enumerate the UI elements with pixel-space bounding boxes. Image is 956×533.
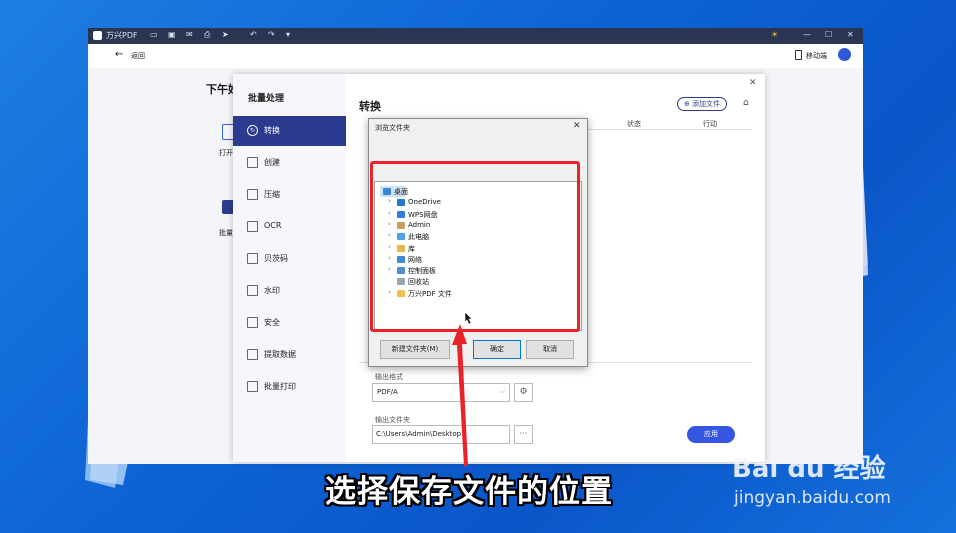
sidebar-item-4[interactable]: 贝茨码 — [233, 244, 346, 274]
settings-tool-icon[interactable]: ⌂ — [743, 98, 749, 108]
sidebar-item-8[interactable]: 批量打印 — [233, 372, 346, 402]
sidebar-item-label: 转换 — [264, 126, 280, 135]
sidebar-item-label: 安全 — [264, 318, 280, 327]
section-heading: 转换 — [359, 100, 381, 113]
avatar[interactable] — [838, 48, 851, 61]
batch-sidebar: 批量处理 ↻ 转换创建压缩 OCR 贝茨码水印安全提取数据批量打印 — [233, 74, 346, 462]
print-icon[interactable]: ⎙ — [204, 30, 210, 40]
close-window-button[interactable]: ✕ — [847, 30, 854, 39]
sidebar-item-label: 水印 — [264, 286, 280, 295]
sidebar-item-label: OCR — [264, 221, 282, 230]
undo-icon[interactable]: ↶ — [250, 30, 257, 39]
mobile-icon — [795, 50, 802, 60]
new-folder-label: 新建文件夹(M) — [391, 345, 439, 353]
watermark-url: jingyan.baidu.com — [734, 488, 891, 508]
output-format-label: 输出格式 — [375, 373, 403, 381]
mail-icon[interactable]: ✉ — [186, 30, 193, 39]
browse-folder-button[interactable]: ··· — [514, 425, 533, 444]
output-format-value: PDF/A — [377, 388, 398, 396]
sidebar-item-label: 压缩 — [264, 190, 280, 199]
sidebar-item-label: 贝茨码 — [264, 254, 288, 263]
share-icon[interactable]: ➤ — [222, 30, 229, 39]
ok-button[interactable]: 确定 — [473, 340, 521, 359]
create-icon — [247, 157, 258, 168]
sidebar-item-1[interactable]: 创建 — [233, 148, 346, 178]
column-status: 状态 — [627, 120, 641, 128]
gear-icon: ⚙ — [519, 387, 528, 397]
sidebar-item-7[interactable]: 提取数据 — [233, 340, 346, 370]
back-arrow-icon[interactable]: ← — [115, 49, 123, 60]
dialog-title: 浏览文件夹 — [375, 124, 410, 132]
print-icon — [247, 381, 258, 392]
baidu-watermark: Bai du 经验 jingyan.baidu.com — [732, 448, 932, 518]
more-label: ··· — [519, 429, 528, 438]
theme-sun-icon[interactable]: ☀ — [771, 30, 778, 39]
apply-label: 应用 — [704, 430, 718, 438]
column-action: 行动 — [703, 120, 717, 128]
title-bar: 万兴PDF ▭ ▣ ✉ ⎙ ➤ ↶ ↷ ▾ ☀ — ☐ ✕ — [88, 28, 863, 44]
ocr-icon — [247, 221, 258, 232]
nav-bar: ← 返回 移动端 — [88, 44, 863, 68]
compress-icon — [247, 189, 258, 200]
lock-icon — [247, 317, 258, 328]
bates-icon — [247, 253, 258, 264]
mouse-cursor-icon — [464, 311, 473, 325]
save-icon[interactable]: ▣ — [168, 30, 176, 39]
format-settings-button[interactable]: ⚙ — [514, 383, 533, 402]
maximize-button[interactable]: ☐ — [825, 30, 832, 39]
sidebar-item-3[interactable]: OCR — [233, 212, 346, 242]
batch-tile-label: 批量 — [219, 229, 233, 237]
subtitle-caption: 选择保存文件的位置 — [325, 474, 613, 510]
app-title: 万兴PDF — [106, 31, 138, 40]
sidebar-item-label: 提取数据 — [264, 350, 296, 359]
cancel-label: 取消 — [543, 345, 557, 353]
highlight-arrow — [452, 324, 468, 466]
dialog-close-icon[interactable]: ✕ — [573, 121, 581, 131]
plus-icon: ⊕ — [683, 100, 693, 108]
refresh-icon: ↻ — [247, 125, 258, 136]
folder-icon[interactable]: ▭ — [150, 30, 158, 39]
sidebar-item-0[interactable]: ↻ 转换 — [233, 116, 346, 146]
add-file-button[interactable]: ⊕ 添加文件 — [677, 97, 727, 111]
ok-label: 确定 — [490, 345, 504, 353]
sidebar-item-2[interactable]: 压缩 — [233, 180, 346, 210]
sidebar-item-6[interactable]: 安全 — [233, 308, 346, 338]
sidebar-item-5[interactable]: 水印 — [233, 276, 346, 306]
dropdown-icon[interactable]: ▾ — [286, 30, 290, 39]
column-divider — [587, 129, 752, 130]
open-tile-label: 打开 — [219, 149, 233, 157]
redo-icon[interactable]: ↷ — [268, 30, 275, 39]
highlight-box — [370, 161, 580, 332]
back-button[interactable]: 返回 — [131, 51, 145, 61]
add-file-label: 添加文件 — [692, 100, 721, 108]
sidebar-item-label: 批量打印 — [264, 382, 296, 391]
minimize-button[interactable]: — — [803, 30, 811, 39]
cancel-button[interactable]: 取消 — [526, 340, 574, 359]
watermark-brand: Bai du 经验 — [732, 454, 886, 484]
chart-icon — [247, 349, 258, 360]
batch-panel-title: 批量处理 — [248, 94, 285, 104]
output-folder-label: 输出文件夹 — [375, 416, 410, 424]
apply-button[interactable]: 应用 — [687, 426, 735, 443]
mobile-button[interactable]: 移动端 — [806, 51, 827, 61]
sidebar-item-label: 创建 — [264, 158, 280, 167]
chevron-down-icon: ⌵ — [499, 387, 505, 395]
panel-close-icon[interactable]: ✕ — [749, 78, 757, 88]
app-logo-icon — [93, 31, 102, 40]
watermark-icon — [247, 285, 258, 296]
